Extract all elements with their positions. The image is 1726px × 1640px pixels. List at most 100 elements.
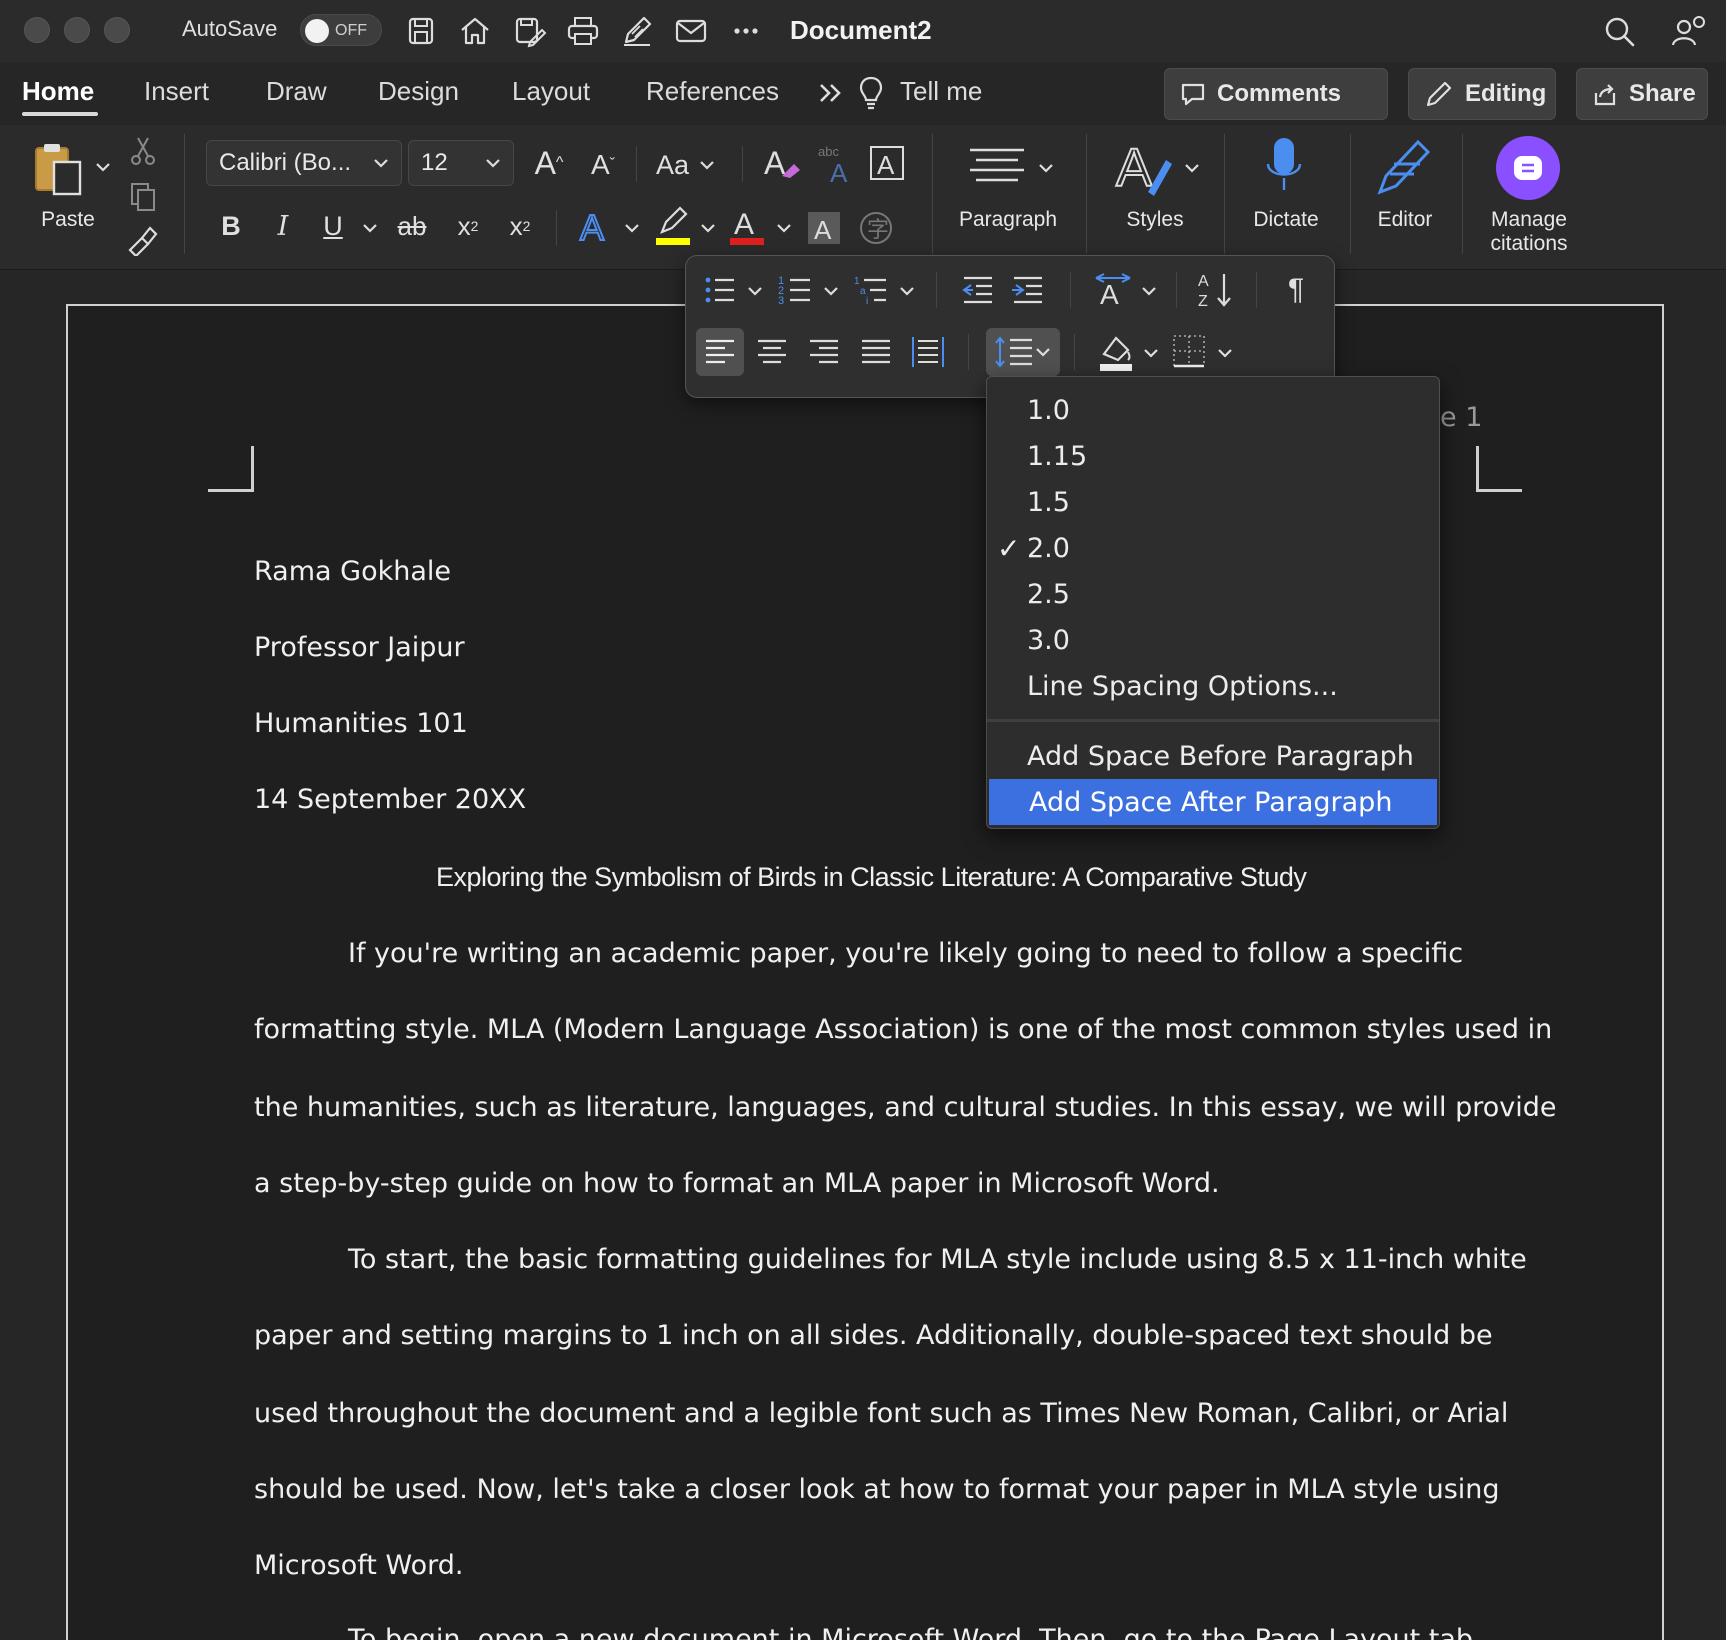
subscript-button[interactable]: x2 <box>448 206 488 246</box>
align-right-button[interactable] <box>800 328 848 376</box>
tab-home[interactable]: Home <box>22 76 94 107</box>
chevron-down-icon[interactable] <box>746 282 764 300</box>
body-line[interactable]: a step-by-step guide on how to format an… <box>254 1168 1220 1199</box>
home-icon[interactable] <box>456 12 494 50</box>
author-name[interactable]: Rama Gokhale <box>254 556 451 587</box>
line-spacing-option[interactable]: 1.15 <box>987 433 1439 479</box>
distributed-button[interactable] <box>904 328 952 376</box>
character-shading-icon[interactable]: A <box>806 208 842 246</box>
print-icon[interactable] <box>564 12 602 50</box>
cut-icon[interactable] <box>126 134 160 168</box>
line-spacing-option[interactable]: 1.5 <box>987 479 1439 525</box>
minimize-window-button[interactable] <box>64 17 90 43</box>
search-icon[interactable] <box>1600 12 1640 52</box>
chevron-down-icon[interactable] <box>822 282 840 300</box>
text-direction-icon[interactable]: A <box>1092 270 1134 310</box>
line-spacing-option[interactable]: 3.0 <box>987 617 1439 663</box>
tell-me-search[interactable]: Tell me <box>900 76 982 107</box>
save-edit-icon[interactable] <box>510 12 548 50</box>
line-spacing-option-selected[interactable]: ✓ 2.0 <box>987 525 1439 571</box>
line-spacing-option[interactable]: 1.0 <box>987 387 1439 433</box>
decrease-indent-icon[interactable] <box>958 270 998 310</box>
justify-button[interactable] <box>852 328 900 376</box>
font-color-icon[interactable]: A <box>728 204 768 248</box>
paragraph-icon[interactable] <box>966 142 1030 192</box>
share-button[interactable]: Share <box>1576 68 1708 120</box>
chevron-down-icon[interactable] <box>1140 282 1158 300</box>
body-line[interactable]: formatting style. MLA (Modern Language A… <box>254 1014 1552 1045</box>
line-spacing-button[interactable] <box>986 328 1060 376</box>
strikethrough-button[interactable]: ab <box>392 206 432 246</box>
microphone-icon[interactable] <box>1262 134 1306 200</box>
borders-icon[interactable] <box>1170 332 1210 372</box>
pen-icon[interactable] <box>618 12 656 50</box>
chevron-down-icon[interactable] <box>898 282 916 300</box>
format-painter-icon[interactable] <box>124 222 160 256</box>
chevron-down-icon[interactable] <box>1142 344 1160 362</box>
align-center-button[interactable] <box>748 328 796 376</box>
tab-design[interactable]: Design <box>378 76 459 107</box>
body-line[interactable]: To start, the basic formatting guideline… <box>348 1244 1527 1275</box>
chevron-down-icon[interactable] <box>1036 158 1056 178</box>
add-space-before-item[interactable]: Add Space Before Paragraph <box>987 733 1439 779</box>
mail-icon[interactable] <box>672 12 710 50</box>
enclose-characters-icon[interactable]: 字 <box>856 208 896 248</box>
tab-references[interactable]: References <box>646 76 779 107</box>
body-line[interactable]: If you're writing an academic paper, you… <box>348 938 1463 969</box>
tab-layout[interactable]: Layout <box>512 76 590 107</box>
sort-icon[interactable]: A Z <box>1194 268 1236 312</box>
paragraph-label[interactable]: Paragraph <box>948 208 1068 232</box>
chevron-down-icon[interactable] <box>774 218 794 238</box>
bullets-icon[interactable] <box>700 270 740 310</box>
lightbulb-icon[interactable] <box>856 74 886 112</box>
text-effects-icon[interactable]: A <box>578 206 614 248</box>
styles-icon[interactable]: A <box>1114 138 1178 200</box>
citations-icon[interactable] <box>1494 134 1562 202</box>
manage-citations-label[interactable]: Manage citations <box>1470 208 1588 256</box>
styles-label[interactable]: Styles <box>1110 208 1200 232</box>
underline-button[interactable]: U <box>316 206 350 246</box>
paste-icon[interactable] <box>30 140 90 200</box>
change-case-button[interactable]: Aa <box>656 142 717 188</box>
copy-icon[interactable] <box>126 180 160 214</box>
save-icon[interactable] <box>402 12 440 50</box>
chevron-down-icon[interactable] <box>698 218 718 238</box>
account-icon[interactable] <box>1668 12 1708 52</box>
editor-icon[interactable] <box>1370 134 1438 200</box>
essay-title[interactable]: Exploring the Symbolism of Birds in Clas… <box>436 862 1307 893</box>
more-icon[interactable] <box>727 12 765 50</box>
superscript-button[interactable]: x2 <box>500 206 540 246</box>
chevron-down-icon[interactable] <box>1216 344 1234 362</box>
dictate-label[interactable]: Dictate <box>1234 208 1338 232</box>
document-date[interactable]: 14 September 20XX <box>254 784 526 815</box>
chevron-down-icon[interactable] <box>622 218 642 238</box>
body-line[interactable]: paper and setting margins to 1 inch on a… <box>254 1320 1493 1351</box>
bold-button[interactable]: B <box>214 206 248 246</box>
shrink-font-icon[interactable]: Aˇ <box>580 142 626 188</box>
zoom-window-button[interactable] <box>104 17 130 43</box>
chevron-down-icon[interactable] <box>360 218 380 238</box>
more-tabs-chevron-icon[interactable] <box>816 78 846 108</box>
align-left-button[interactable] <box>696 328 744 376</box>
body-line[interactable]: To begin, open a new document in Microso… <box>348 1624 1473 1640</box>
font-size-select[interactable]: 12 <box>408 140 514 186</box>
multilevel-list-icon[interactable]: 1ai <box>852 270 892 310</box>
editing-button[interactable]: Editing <box>1408 68 1556 120</box>
highlight-color-icon[interactable] <box>652 204 696 248</box>
add-space-after-item[interactable]: Add Space After Paragraph <box>989 779 1437 825</box>
chevron-down-icon[interactable] <box>1182 158 1202 178</box>
numbering-icon[interactable]: 123 <box>776 270 816 310</box>
tab-draw[interactable]: Draw <box>266 76 327 107</box>
chevron-down-icon[interactable] <box>94 158 112 176</box>
character-border-icon[interactable]: A <box>868 144 908 184</box>
show-formatting-marks-icon[interactable]: ¶ <box>1276 270 1316 310</box>
line-spacing-options-item[interactable]: Line Spacing Options... <box>987 663 1439 709</box>
shading-icon[interactable] <box>1096 330 1136 374</box>
body-line[interactable]: used throughout the document and a legib… <box>254 1398 1508 1429</box>
close-window-button[interactable] <box>24 17 50 43</box>
course-name[interactable]: Humanities 101 <box>254 708 468 739</box>
font-name-select[interactable]: Calibri (Bo... <box>206 140 402 186</box>
editor-label[interactable]: Editor <box>1360 208 1450 232</box>
autosave-toggle[interactable]: OFF <box>300 14 382 46</box>
grow-font-icon[interactable]: A ^ <box>526 140 572 186</box>
